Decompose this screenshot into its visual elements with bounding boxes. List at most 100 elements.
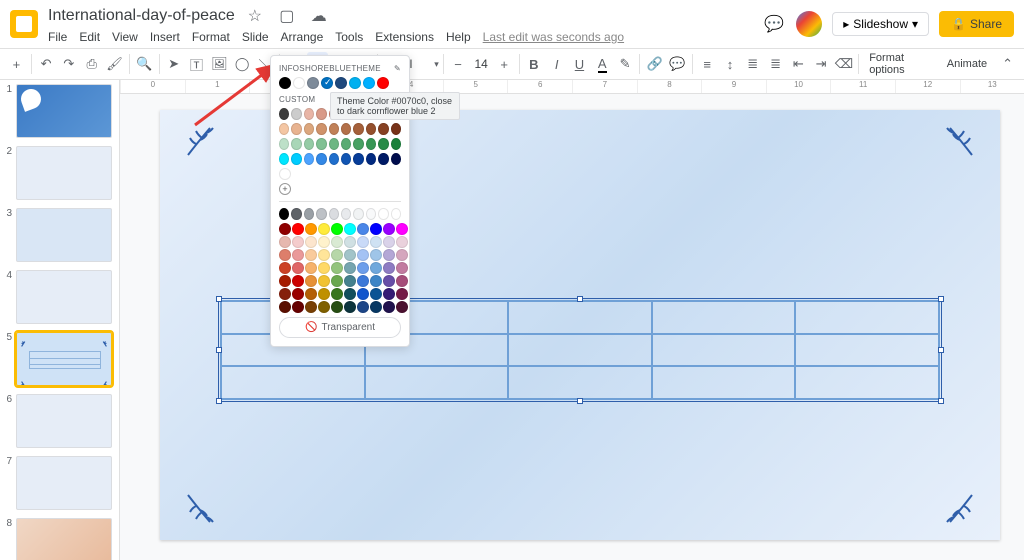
color-swatch[interactable] [307, 77, 319, 89]
clear-formatting-button[interactable]: ⌫ [834, 52, 855, 76]
table-cell[interactable] [508, 301, 652, 334]
color-swatch[interactable] [329, 153, 339, 165]
meet-avatar-icon[interactable] [796, 11, 822, 37]
color-swatch[interactable] [396, 288, 408, 300]
color-swatch[interactable] [331, 262, 343, 274]
color-swatch[interactable] [305, 249, 317, 261]
color-swatch[interactable] [291, 208, 301, 220]
table-cell[interactable] [652, 301, 796, 334]
color-swatch[interactable] [279, 223, 291, 235]
menu-slide[interactable]: Slide [242, 30, 269, 44]
color-swatch[interactable] [341, 138, 351, 150]
table-cell[interactable] [508, 366, 652, 399]
slideshow-button[interactable]: ▸ Slideshow ▾ [832, 12, 929, 36]
color-swatch[interactable] [304, 153, 314, 165]
numbered-list-button[interactable]: ≣ [742, 52, 763, 76]
color-swatch[interactable] [279, 77, 291, 89]
color-swatch[interactable] [291, 123, 301, 135]
new-slide-button[interactable]: + [6, 52, 27, 76]
color-swatch[interactable] [279, 108, 289, 120]
menu-edit[interactable]: Edit [79, 30, 100, 44]
decrease-indent-button[interactable]: ⇤ [788, 52, 809, 76]
color-swatch[interactable] [292, 288, 304, 300]
color-swatch[interactable] [318, 249, 330, 261]
menu-arrange[interactable]: Arrange [281, 30, 324, 44]
slide-thumbnail-4[interactable] [16, 270, 112, 324]
color-swatch[interactable] [331, 288, 343, 300]
color-swatch[interactable] [391, 123, 401, 135]
color-swatch[interactable] [383, 249, 395, 261]
color-swatch[interactable] [279, 168, 291, 180]
print-button[interactable]: ⎙ [81, 52, 102, 76]
slide-thumbnail-5[interactable] [16, 332, 112, 386]
color-swatch[interactable] [396, 236, 408, 248]
slide-thumbnail-3[interactable] [16, 208, 112, 262]
color-swatch[interactable] [370, 249, 382, 261]
shape-tool[interactable]: ◯ [232, 52, 253, 76]
color-swatch[interactable] [279, 249, 291, 261]
color-swatch[interactable] [370, 275, 382, 287]
color-swatch[interactable] [370, 288, 382, 300]
animate-button[interactable]: Animate [941, 58, 993, 70]
select-tool[interactable]: ➤ [163, 52, 184, 76]
font-size-input[interactable]: 14 [470, 57, 491, 71]
color-swatch[interactable] [391, 153, 401, 165]
color-swatch[interactable] [335, 77, 347, 89]
color-swatch[interactable] [357, 262, 369, 274]
text-color-button[interactable]: A [592, 52, 613, 76]
table-cell[interactable] [795, 334, 939, 367]
color-swatch[interactable] [378, 208, 388, 220]
color-swatch[interactable] [341, 123, 351, 135]
color-swatch[interactable] [344, 223, 356, 235]
color-swatch[interactable] [370, 262, 382, 274]
color-swatch[interactable] [305, 301, 317, 313]
color-swatch[interactable] [316, 153, 326, 165]
bulleted-list-button[interactable]: ≣ [765, 52, 786, 76]
color-swatch[interactable] [318, 301, 330, 313]
image-tool[interactable]: 🖼 [209, 52, 230, 76]
add-custom-color-button[interactable]: + [279, 183, 291, 195]
font-size-decrease[interactable]: − [448, 52, 469, 76]
color-swatch[interactable] [341, 208, 351, 220]
color-swatch[interactable] [316, 138, 326, 150]
color-swatch[interactable] [291, 153, 301, 165]
color-swatch[interactable] [305, 223, 317, 235]
color-swatch[interactable] [329, 208, 339, 220]
slide-thumbnail-6[interactable] [16, 394, 112, 448]
color-swatch[interactable] [279, 236, 291, 248]
color-swatch[interactable] [304, 123, 314, 135]
color-swatch[interactable] [344, 236, 356, 248]
table-cell[interactable] [652, 366, 796, 399]
color-swatch[interactable] [304, 138, 314, 150]
bold-button[interactable]: B [523, 52, 544, 76]
comment-history-icon[interactable]: 💬 [762, 12, 786, 36]
color-swatch[interactable] [344, 262, 356, 274]
color-swatch[interactable] [292, 262, 304, 274]
color-swatch[interactable] [344, 288, 356, 300]
color-swatch[interactable] [378, 153, 388, 165]
italic-button[interactable]: I [546, 52, 567, 76]
zoom-button[interactable]: 🔍 [134, 52, 155, 76]
color-swatch[interactable] [396, 301, 408, 313]
color-swatch[interactable] [331, 301, 343, 313]
color-swatch[interactable] [396, 275, 408, 287]
color-swatch[interactable] [391, 208, 401, 220]
menu-format[interactable]: Format [192, 30, 230, 44]
move-icon[interactable]: ▢ [275, 4, 299, 28]
menu-insert[interactable]: Insert [150, 30, 180, 44]
line-spacing-button[interactable]: ↕ [720, 52, 741, 76]
slide-thumbnail-1[interactable] [16, 84, 112, 138]
star-icon[interactable]: ☆ [243, 4, 267, 28]
color-swatch[interactable] [383, 288, 395, 300]
color-swatch[interactable] [383, 275, 395, 287]
menu-view[interactable]: View [112, 30, 138, 44]
align-button[interactable]: ≡ [697, 52, 718, 76]
color-swatch[interactable] [292, 236, 304, 248]
color-swatch[interactable] [366, 208, 376, 220]
color-swatch[interactable] [305, 262, 317, 274]
color-swatch[interactable] [357, 288, 369, 300]
share-button[interactable]: 🔒 Share [939, 11, 1014, 37]
color-swatch[interactable] [344, 249, 356, 261]
menu-help[interactable]: Help [446, 30, 471, 44]
format-options-button[interactable]: Format options [863, 52, 939, 76]
